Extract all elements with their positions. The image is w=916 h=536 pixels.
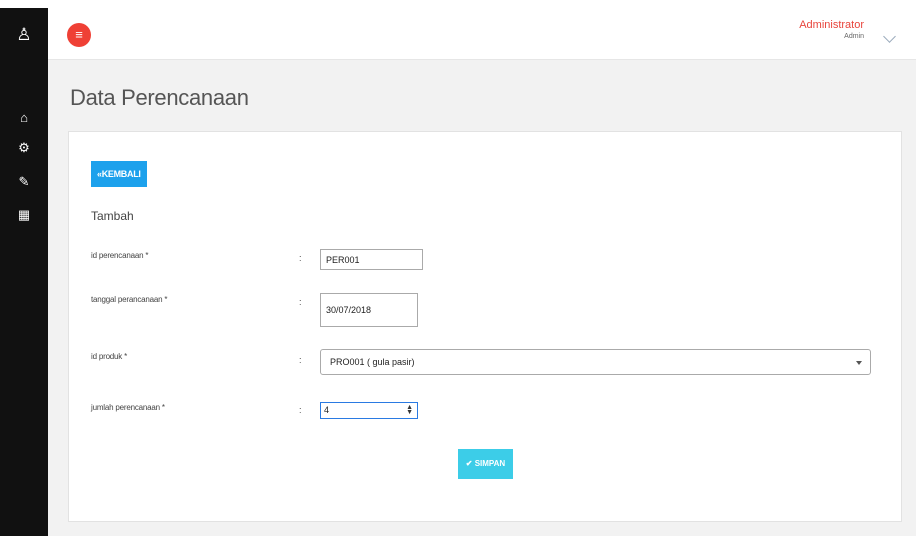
id-perencanaan-label: id perencanaan *: [91, 251, 149, 260]
id-produk-select[interactable]: PRO001 ( gula pasir): [320, 349, 871, 375]
section-heading: Tambah: [91, 209, 134, 223]
gears-icon[interactable]: ⚙: [0, 141, 48, 155]
jumlah-perencanaan-value: 4: [324, 405, 330, 415]
edit-icon[interactable]: ✎: [0, 175, 48, 189]
separator: :: [299, 355, 302, 365]
page-title: Data Perencanaan: [70, 85, 249, 110]
separator: :: [299, 297, 302, 307]
separator: :: [299, 253, 302, 263]
id-produk-selected-value: PRO001 ( gula pasir): [330, 357, 415, 367]
form-card: «KEMBALI Tambah id perencanaan * : tangg…: [68, 131, 902, 522]
sidebar: ♙ ⌂ ⚙ ✎ ▦: [0, 8, 48, 536]
top-border: [0, 0, 916, 8]
spinner-arrows-icon[interactable]: ▲ ▼: [406, 404, 413, 416]
back-button[interactable]: «KEMBALI: [91, 161, 147, 187]
save-button[interactable]: ✔ SIMPAN: [458, 449, 513, 479]
separator: :: [299, 405, 302, 415]
jumlah-perencanaan-label: jumlah perencanaan *: [91, 403, 165, 412]
tanggal-perencanaan-label: tanggal perancanaan *: [91, 295, 168, 304]
hamburger-icon: ≡: [75, 27, 83, 42]
user-icon[interactable]: ♙: [0, 26, 48, 43]
menu-toggle-button[interactable]: ≡: [67, 23, 91, 47]
id-produk-label: id produk *: [91, 352, 128, 361]
home-icon[interactable]: ⌂: [0, 111, 48, 125]
jumlah-perencanaan-input[interactable]: 4 ▲ ▼: [320, 402, 418, 419]
top-bar: ≡ Administrator Admin: [48, 8, 916, 60]
chevron-down-icon[interactable]: [883, 30, 896, 43]
user-name[interactable]: Administrator: [799, 18, 864, 32]
calendar-icon[interactable]: ▦: [0, 208, 48, 222]
user-role: Admin: [844, 33, 864, 40]
tanggal-perencanaan-input[interactable]: [320, 293, 418, 327]
caret-down-icon: [856, 361, 862, 365]
id-perencanaan-input[interactable]: [320, 249, 423, 270]
